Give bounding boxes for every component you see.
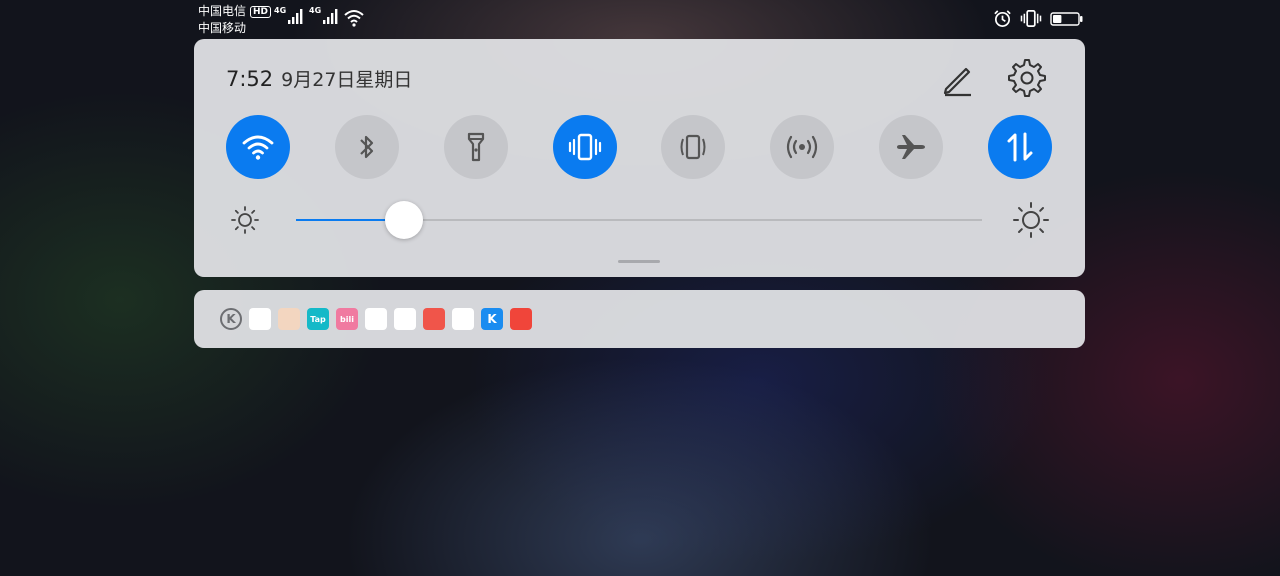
settings-button[interactable]: [1006, 57, 1048, 99]
carrier-1-name: 中国电信: [198, 4, 247, 18]
carrier-info: 中国电信 HD 中国移动: [198, 3, 272, 37]
flashlight-icon: [467, 132, 485, 162]
auto-rotate-toggle[interactable]: [661, 115, 725, 179]
hd-badge: HD: [250, 5, 272, 18]
brightness-high-icon: [1013, 202, 1049, 238]
tap-icon[interactable]: Tap: [307, 308, 329, 330]
kugou-icon[interactable]: K: [481, 308, 503, 330]
mobile-data-toggle[interactable]: [988, 115, 1052, 179]
signal-1: 4G: [274, 7, 305, 25]
notification-icon-bar[interactable]: K Tap bili K: [194, 290, 1085, 348]
huawei-mall-icon[interactable]: [510, 308, 532, 330]
reader-icon[interactable]: [423, 308, 445, 330]
edit-icon: [943, 67, 971, 97]
vibrate-icon: [1020, 10, 1042, 27]
app-icon-list: K Tap bili K: [220, 308, 532, 330]
globe-app-icon[interactable]: [394, 308, 416, 330]
app-icon-label: K: [487, 312, 497, 326]
vibrate-icon: [568, 133, 602, 161]
app-icon-label: bili: [340, 314, 354, 324]
brightness-slider-thumb[interactable]: [385, 201, 424, 239]
vibrate-toggle[interactable]: [553, 115, 617, 179]
hotspot-icon: [786, 135, 818, 159]
auto-rotate-icon: [680, 134, 706, 160]
airplane-toggle[interactable]: [879, 115, 943, 179]
clock-time[interactable]: 7:52: [226, 67, 273, 91]
signal-icon: [288, 9, 303, 24]
brightness-slider[interactable]: [296, 201, 982, 239]
hotspot-toggle[interactable]: [770, 115, 834, 179]
app-icon-label: K: [226, 312, 236, 326]
battery-icon: [1050, 11, 1083, 26]
panel-drag-handle[interactable]: [618, 260, 660, 263]
k-app-icon[interactable]: K: [220, 308, 242, 330]
comic-app-icon[interactable]: [278, 308, 300, 330]
wifi-icon: [242, 135, 274, 160]
bluetooth-toggle[interactable]: [335, 115, 399, 179]
bluetooth-icon: [360, 135, 374, 159]
browser-icon[interactable]: [365, 308, 387, 330]
compass-app-icon[interactable]: [452, 308, 474, 330]
gear-icon: [1008, 59, 1046, 97]
status-icons-right: [993, 9, 1084, 28]
baidu-icon[interactable]: [249, 308, 271, 330]
signal-1-label: 4G: [274, 6, 287, 15]
bilibili-icon[interactable]: bili: [336, 308, 358, 330]
status-bar: 中国电信 HD 中国移动 4G 4G: [0, 0, 1280, 38]
wifi-toggle[interactable]: [226, 115, 290, 179]
flashlight-toggle[interactable]: [444, 115, 508, 179]
datetime: 7:52 9月27日星期日: [226, 65, 412, 92]
brightness-low-icon: [231, 206, 259, 234]
quick-settings-panel: 7:52 9月27日星期日: [194, 39, 1085, 277]
signal-2-label: 4G: [309, 6, 322, 15]
alarm-icon: [994, 10, 1011, 27]
wifi-icon: [344, 10, 364, 27]
signal-2: 4G: [309, 7, 340, 25]
signal-icon: [323, 9, 338, 24]
date-text[interactable]: 9月27日星期日: [281, 65, 412, 92]
app-icon-label: Tap: [310, 314, 326, 324]
edit-button[interactable]: [938, 59, 978, 99]
carrier-2-name: 中国移动: [198, 21, 247, 35]
airplane-icon: [897, 135, 925, 159]
mobile-data-icon: [1007, 132, 1033, 162]
